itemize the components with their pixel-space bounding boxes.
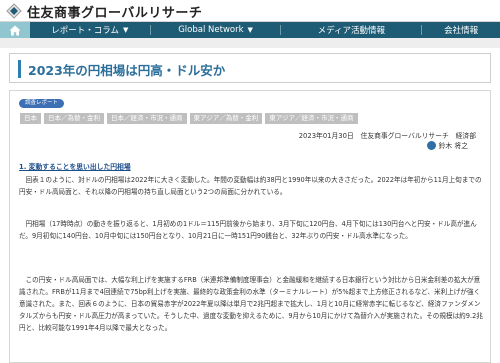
- article-body: 調査レポート 日本 日本／為替・金利 日本／経済・市況・通商 東アジア／為替・金…: [9, 90, 491, 363]
- author-row: 鈴木 将之: [426, 140, 468, 150]
- tag-item[interactable]: 日本／為替・金利: [44, 113, 104, 124]
- chevron-down-icon: ▼: [123, 26, 129, 34]
- tag-item[interactable]: 日本／経済・市況・通商: [107, 113, 187, 124]
- tag-item[interactable]: 東アジア／経済・市況・通商: [265, 113, 358, 124]
- header-spacer: [0, 38, 500, 48]
- nav-item-label: 会社情報: [444, 26, 479, 36]
- title-accent-bar: [18, 60, 21, 78]
- site-logo-text[interactable]: 住友商事グローバルリサーチ: [27, 2, 202, 21]
- main-nav: レポート・コラム ▼ Global Network ▼ メディア活動情報 会社情…: [0, 22, 500, 38]
- tag-item[interactable]: 東アジア／為替・金利: [189, 113, 263, 124]
- logo-icon[interactable]: [6, 3, 22, 19]
- nav-item-label: メディア活動情報: [317, 26, 385, 36]
- paragraph: この円安・ドル高局面では、大幅な利上げを実施するFRB（米連邦準備制度理事会）と…: [19, 276, 483, 332]
- nav-item-reports[interactable]: レポート・コラム ▼: [30, 22, 150, 38]
- site-header: 住友商事グローバルリサーチ: [0, 0, 500, 22]
- report-type-badge: 調査レポート: [19, 99, 65, 108]
- article-meta: 2023年01月30日 住友商事グローバルリサーチ 経済部: [298, 132, 476, 140]
- nav-item-media[interactable]: メディア活動情報: [281, 22, 421, 38]
- chevron-down-icon: ▼: [247, 26, 253, 34]
- author-name[interactable]: 鈴木 将之: [439, 140, 468, 150]
- nav-item-label: Global Network: [178, 25, 244, 35]
- author-icon: [426, 140, 436, 150]
- nav-item-global-network[interactable]: Global Network ▼: [151, 22, 281, 38]
- nav-item-company[interactable]: 会社情報: [422, 22, 500, 38]
- tag-list: 日本 日本／為替・金利 日本／経済・市況・通商 東アジア／為替・金利 東アジア／…: [20, 113, 358, 124]
- home-icon: [9, 25, 21, 35]
- page-title-box: 2023年の円相場は円高・ドル安か: [9, 53, 491, 83]
- paragraph: 回表１のように、対ドルの円相場は2022年に大きく変動した。年間の変動幅は約38…: [19, 176, 482, 196]
- tag-item[interactable]: 日本: [20, 113, 41, 124]
- page-title: 2023年の円相場は円高・ドル安か: [28, 63, 226, 78]
- section-heading: 1. 変動することを思い出した円相場: [19, 163, 131, 171]
- nav-item-label: レポート・コラム: [51, 26, 119, 36]
- paragraph: 円相場（17時時点）の動きを振り返ると、1月初めの1ドル＝115円前後から始まり…: [19, 220, 477, 240]
- nav-home-button[interactable]: [0, 22, 30, 38]
